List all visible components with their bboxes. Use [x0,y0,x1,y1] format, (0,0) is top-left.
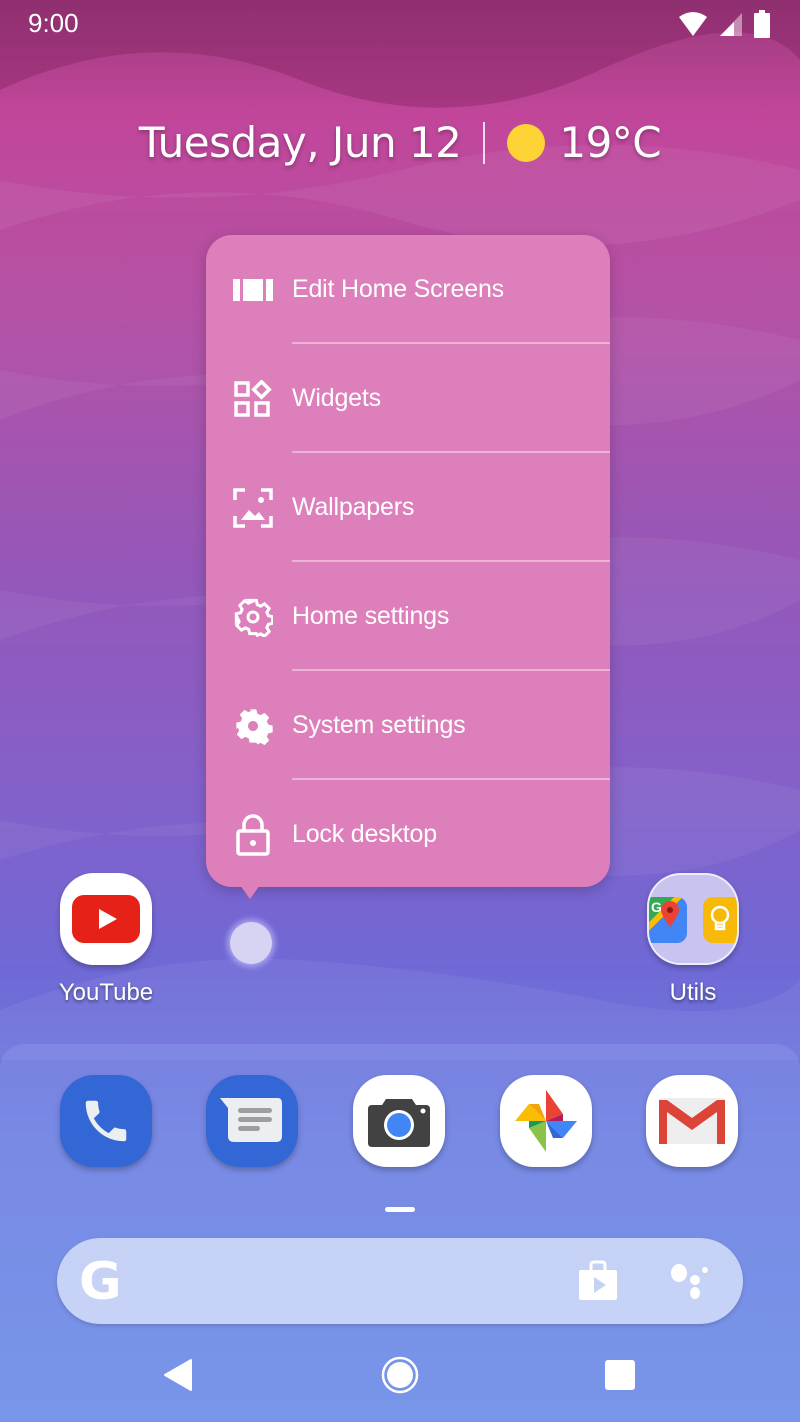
dock-app-phone[interactable] [60,1075,152,1167]
menu-item-label: Wallpapers [292,493,415,521]
google-logo: G [79,1252,122,1312]
messages-icon [220,1098,282,1142]
assistant-icon[interactable] [669,1262,713,1302]
dock-app-messages[interactable] [206,1075,298,1167]
popup-pointer [240,885,260,899]
sun-icon [507,123,546,162]
glance-divider [483,121,486,164]
battery-icon [754,10,770,38]
edit-screens-icon [232,269,274,311]
menu-item-edit-home-screens[interactable]: Edit Home Screens [206,235,610,344]
menu-item-lock-desktop[interactable]: Lock desktop [206,780,610,889]
menu-item-widgets[interactable]: Widgets [206,344,610,453]
recents-icon [605,1360,635,1390]
status-time: 9:00 [28,8,79,38]
camera-icon [368,1099,430,1147]
status-bar: 9:00 [0,0,800,50]
menu-item-label: Home settings [292,602,450,630]
gear-icon [232,705,274,747]
menu-item-home-settings[interactable]: Home settings [206,562,610,671]
dock-app-photos[interactable] [500,1075,592,1167]
menu-item-label: Edit Home Screens [292,275,504,303]
menu-item-wallpapers[interactable]: Wallpapers [206,453,610,562]
wifi-icon [679,12,707,36]
gear-outline-icon [232,596,274,638]
menu-item-system-settings[interactable]: System settings [206,671,610,780]
home-button[interactable] [370,1350,430,1400]
app-label: YouTube [58,979,154,1006]
dock-app-camera[interactable] [353,1075,445,1167]
menu-item-label: Lock desktop [292,820,437,848]
dock-app-gmail[interactable] [646,1075,738,1167]
maps-icon: G [649,897,687,943]
app-youtube[interactable]: YouTube [51,873,161,1007]
home-icon [381,1356,419,1394]
menu-item-label: System settings [292,711,466,739]
menu-item-label: Widgets [292,384,381,412]
lock-icon [232,813,274,856]
date-text[interactable]: Tuesday, Jun 12 [139,118,462,167]
temperature-text[interactable]: 19°C [559,118,661,167]
cell-signal-icon [720,13,742,36]
folder-icon: G [647,873,739,965]
keep-icon [703,897,737,943]
folder-utils[interactable]: G Utils [638,873,748,1007]
back-button[interactable] [148,1350,208,1400]
app-drawer-handle[interactable] [385,1207,415,1212]
app-label: Utils [669,979,717,1006]
phone-icon [85,1100,127,1142]
photos-icon [515,1090,577,1152]
gmail-icon [659,1098,725,1144]
widgets-icon [232,378,274,420]
wallpaper-icon [232,487,274,529]
at-a-glance-widget[interactable]: Tuesday, Jun 12 19°C [0,118,800,167]
google-search-bar[interactable]: G [57,1238,743,1324]
home-popup-menu: Edit Home Screens Widgets Wallpapers Hom… [206,235,610,887]
youtube-icon [60,873,152,965]
back-icon [164,1359,192,1391]
play-store-icon[interactable] [577,1260,619,1302]
recents-button[interactable] [590,1350,650,1400]
touch-indicator [230,922,272,964]
